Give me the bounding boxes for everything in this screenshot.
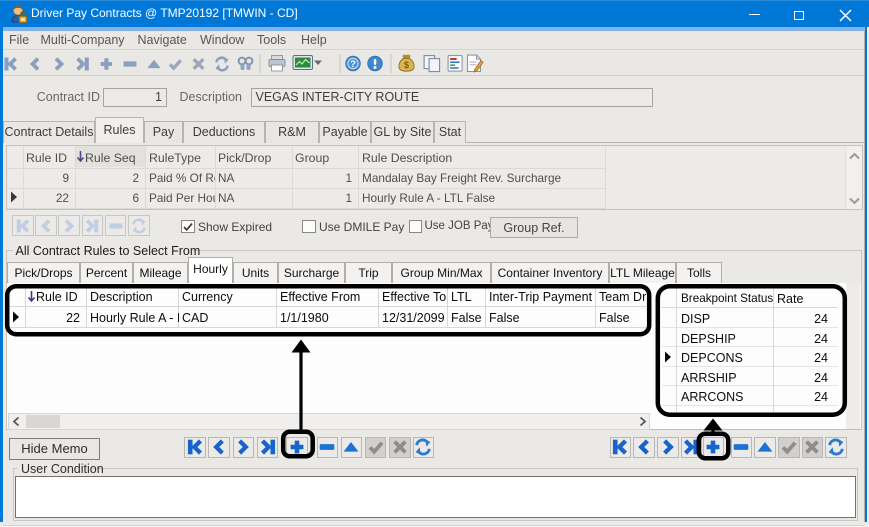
- svg-text:?: ?: [350, 59, 356, 70]
- svg-text:$: $: [404, 60, 409, 70]
